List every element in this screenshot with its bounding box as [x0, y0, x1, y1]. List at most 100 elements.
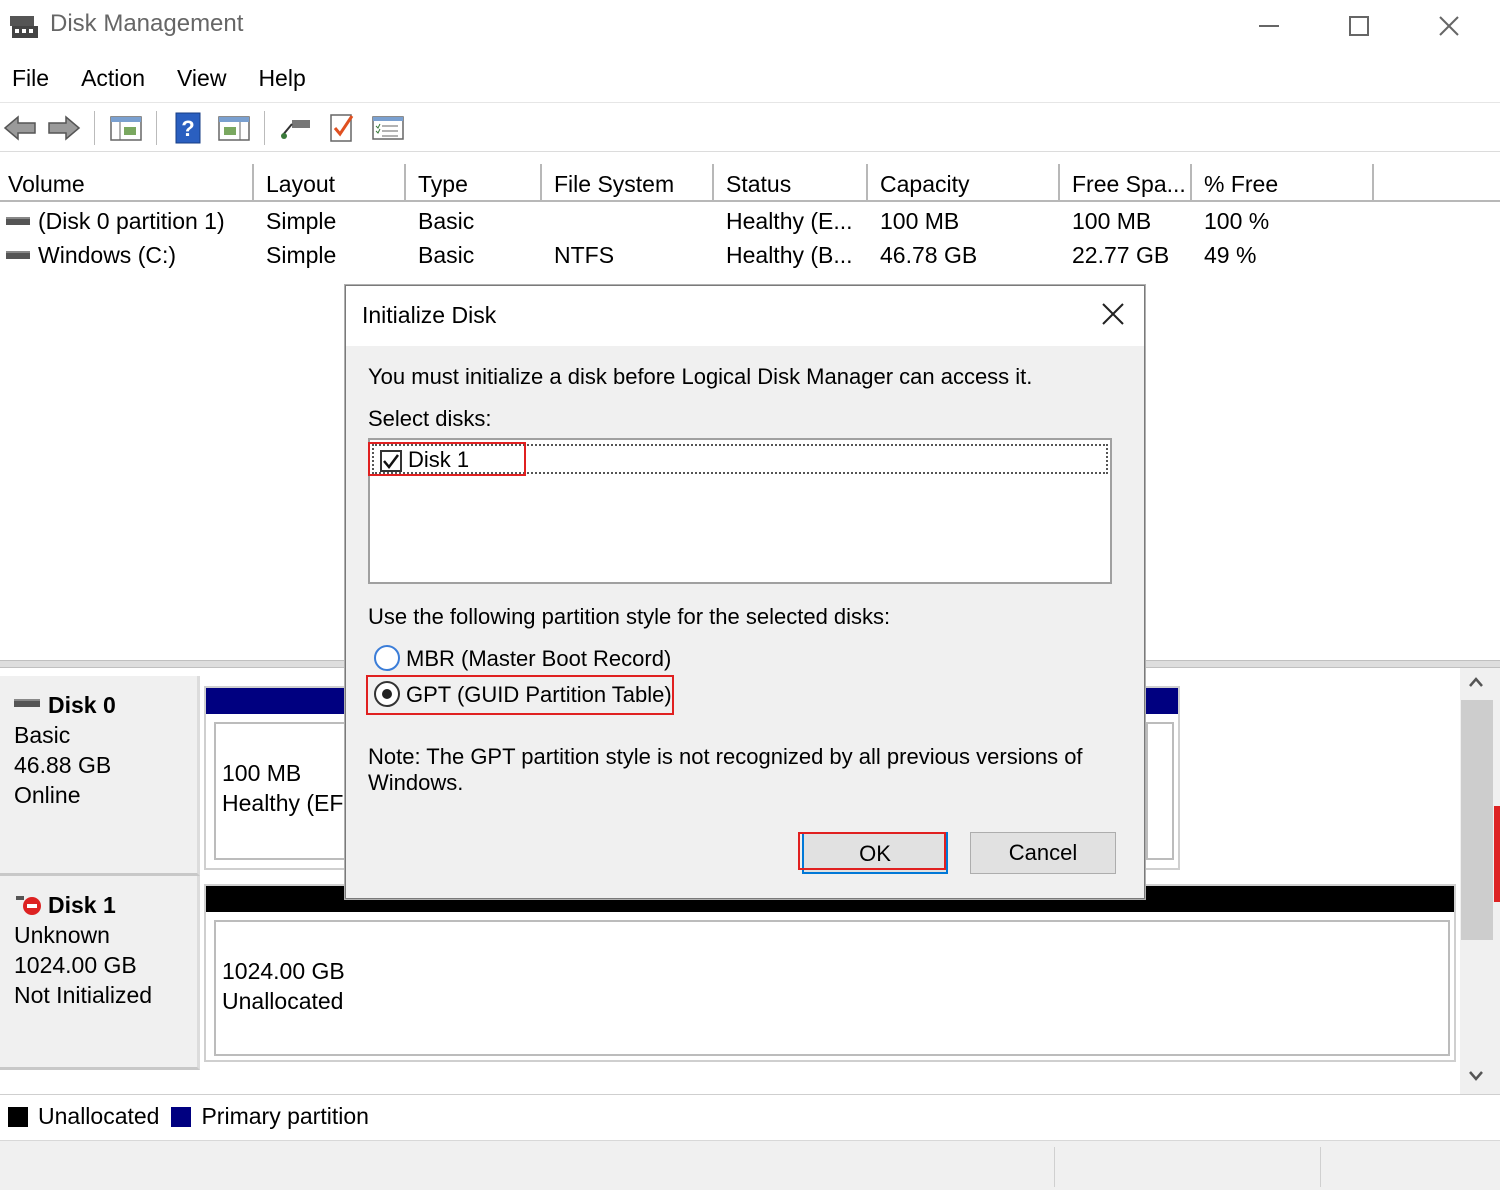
column-header-capacity[interactable]: Capacity — [872, 164, 1060, 200]
console-tree-button[interactable] — [108, 111, 144, 145]
dialog-message: You must initialize a disk before Logica… — [368, 364, 1033, 389]
column-header-file-system[interactable]: File System — [546, 164, 714, 200]
disk-management-icon — [8, 12, 40, 42]
forward-arrow-icon — [48, 115, 81, 141]
highlight-box — [798, 832, 946, 870]
svg-text:?: ? — [181, 116, 194, 141]
volume-list-header: Volume Layout Type File System Status Ca… — [0, 164, 1500, 202]
table-row[interactable]: Windows (C:) Simple Basic NTFS Healthy (… — [0, 238, 1500, 272]
close-icon — [1102, 303, 1124, 325]
initialize-disk-dialog: Initialize Disk You must initialize a di… — [345, 285, 1145, 899]
type-cell: Basic — [418, 208, 475, 234]
forward-button[interactable] — [46, 111, 82, 145]
menu-view[interactable]: View — [165, 65, 242, 92]
percent-free-cell: 100 % — [1204, 208, 1270, 234]
column-header-status[interactable]: Status — [718, 164, 868, 200]
minimize-button[interactable] — [1224, 0, 1314, 52]
scroll-up-button[interactable] — [1460, 672, 1492, 700]
disk-1-partitions: 1024.00 GB Unallocated — [204, 884, 1456, 1062]
dialog-title: Initialize Disk — [362, 302, 497, 328]
gpt-note-line-2: Windows. — [368, 770, 464, 795]
properties-button[interactable] — [324, 111, 360, 145]
back-button[interactable] — [2, 111, 38, 145]
settings-list-button[interactable] — [370, 111, 406, 145]
toolbar-separator — [156, 111, 157, 145]
layout-cell: Simple — [266, 208, 337, 234]
column-header-percent-free[interactable]: % Free — [1196, 164, 1374, 200]
minimize-icon — [1259, 25, 1279, 27]
help-button[interactable]: ? — [170, 111, 206, 145]
disk-1-state: Not Initialized — [14, 982, 153, 1008]
mbr-radio[interactable] — [374, 645, 400, 671]
connect-icon — [281, 120, 310, 139]
volume-cell: Windows (C:) — [6, 238, 176, 272]
cancel-button[interactable]: Cancel — [970, 832, 1116, 874]
partition-status: Healthy (EFI — [222, 790, 350, 816]
disk-1-size: 1024.00 GB — [14, 952, 137, 978]
connect-button[interactable] — [278, 111, 314, 145]
table-row[interactable]: (Disk 0 partition 1) Simple Basic Health… — [0, 204, 1500, 238]
menu-bar: File Action View Help — [0, 56, 1500, 100]
maximize-button[interactable] — [1314, 0, 1404, 52]
disk-1-info[interactable]: Disk 1 Unknown 1024.00 GB Not Initialize… — [0, 876, 200, 1070]
disk-0-name: Disk 0 — [48, 692, 116, 718]
drive-icon — [6, 250, 30, 259]
free-space-cell: 100 MB — [1072, 208, 1152, 234]
type-cell: Basic — [418, 242, 475, 268]
volume-name: (Disk 0 partition 1) — [38, 208, 225, 234]
disk-0-info[interactable]: Disk 0 Basic 46.88 GB Online — [0, 676, 200, 876]
toolbar-separator — [264, 111, 265, 145]
disk-1-name-row: Disk 1 — [14, 890, 197, 920]
highlight-box — [366, 675, 674, 715]
window-title: Disk Management — [50, 10, 244, 37]
scrollbar-thumb[interactable] — [1461, 700, 1493, 940]
chevron-up-icon — [1469, 677, 1483, 687]
legend: Unallocated Primary partition — [0, 1094, 1500, 1138]
disk-1-name: Disk 1 — [48, 892, 116, 918]
partition-size: 100 MB — [222, 760, 302, 786]
menu-action[interactable]: Action — [69, 65, 161, 92]
legend-primary-partition-label: Primary partition — [201, 1103, 369, 1129]
help-icon: ? — [175, 112, 201, 144]
toolbar: ? — [0, 102, 1500, 152]
maximize-icon — [1349, 16, 1369, 36]
back-arrow-icon — [3, 115, 36, 141]
status-cell: Healthy (B... — [726, 242, 853, 268]
column-header-volume[interactable]: Volume — [0, 164, 254, 200]
select-disks-label: Select disks: — [368, 406, 492, 431]
layout-cell: Simple — [266, 242, 337, 268]
column-header-layout[interactable]: Layout — [258, 164, 406, 200]
disk-1-type: Unknown — [14, 922, 110, 948]
menu-help[interactable]: Help — [246, 65, 321, 92]
dialog-title-bar: Initialize Disk — [346, 286, 1144, 346]
menu-file[interactable]: File — [0, 65, 65, 92]
disk-1-unallocated-region[interactable]: 1024.00 GB Unallocated — [214, 920, 1450, 1056]
capacity-cell: 100 MB — [880, 208, 960, 234]
column-header-free-space[interactable]: Free Spa... — [1064, 164, 1192, 200]
volume-cell: (Disk 0 partition 1) — [6, 204, 225, 238]
partition-status: Unallocated — [222, 988, 344, 1014]
status-bar — [0, 1140, 1500, 1190]
drive-icon — [6, 216, 30, 225]
disk-0-name-row: Disk 0 — [14, 690, 197, 720]
gpt-note-line-1: Note: The GPT partition style is not rec… — [368, 744, 1083, 769]
disk-0-type: Basic — [14, 722, 71, 748]
status-cell: Healthy (E... — [726, 208, 853, 234]
unallocated-swatch — [8, 1106, 28, 1127]
disk-0-state: Online — [14, 782, 81, 808]
primary-partition-swatch — [171, 1106, 192, 1127]
close-button[interactable] — [1404, 0, 1494, 52]
settings-list-icon — [372, 116, 404, 140]
highlight-box — [368, 442, 526, 476]
close-icon — [1439, 16, 1459, 36]
column-header-type[interactable]: Type — [410, 164, 542, 200]
legend-unallocated-label: Unallocated — [38, 1103, 160, 1129]
show-hide-button[interactable] — [216, 111, 252, 145]
dialog-close-button[interactable] — [1088, 294, 1138, 338]
toolbar-separator — [94, 111, 95, 145]
disk-drive-icon — [14, 699, 40, 707]
scroll-down-button[interactable] — [1460, 1066, 1492, 1094]
mbr-option-label[interactable]: MBR (Master Boot Record) — [406, 646, 671, 672]
disk-0-partition-2[interactable] — [1146, 722, 1174, 860]
partition-style-label: Use the following partition style for th… — [368, 604, 891, 629]
